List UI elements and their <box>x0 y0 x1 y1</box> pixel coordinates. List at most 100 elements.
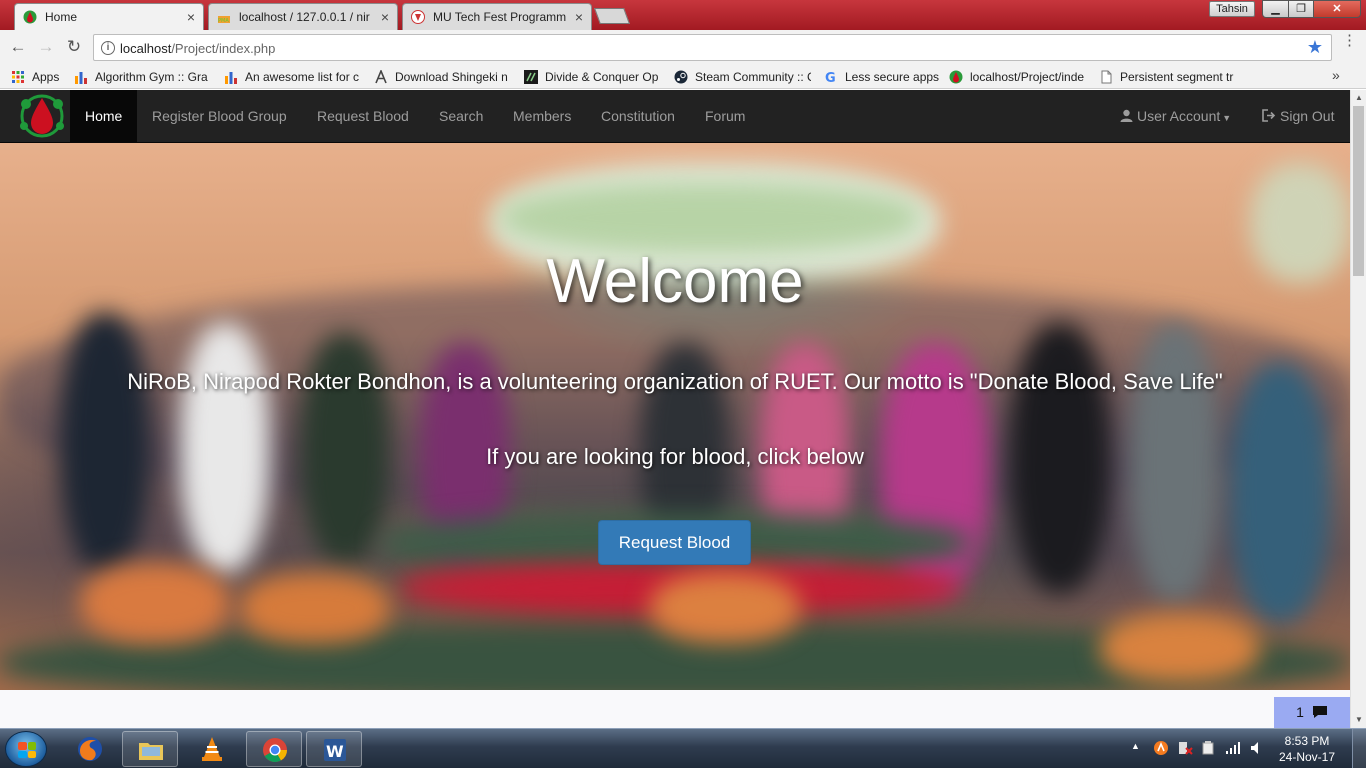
nav-forum[interactable]: Forum <box>690 90 760 142</box>
show-desktop-button[interactable] <box>1352 729 1366 768</box>
sign-out-label: Sign Out <box>1280 108 1335 124</box>
phpmyadmin-icon: PMA <box>218 16 230 24</box>
browser-tab-strip: Home × PMA localhost / 127.0.0.1 / nir ×… <box>0 0 1366 30</box>
site-navbar: Home Register Blood Group Request Blood … <box>0 90 1350 143</box>
bookmark-label: Less secure apps <box>845 69 940 84</box>
browser-tab-phpmyadmin[interactable]: PMA localhost / 127.0.0.1 / nir × <box>208 3 398 30</box>
svg-text:G: G <box>825 71 836 84</box>
system-clock[interactable]: 8:53 PM 24-Nov-17 <box>1270 733 1344 765</box>
back-arrow-icon[interactable]: ← <box>8 37 28 57</box>
show-hidden-icons-arrow-icon[interactable]: ▲ <box>1131 741 1140 751</box>
mu-logo-icon <box>411 10 425 24</box>
hero-tagline: NiRoB, Nirapod Rokter Bondhon, is a volu… <box>127 369 1223 394</box>
bookmark-label: Download Shingeki n <box>395 69 508 84</box>
tab-title: MU Tech Fest Programm <box>433 10 567 24</box>
nav-user-account[interactable]: User Account ▼ <box>1105 90 1246 142</box>
avast-tray-icon[interactable] <box>1153 740 1169 756</box>
word-icon: W <box>324 739 346 761</box>
bookmark-label: An awesome list for c <box>245 69 360 84</box>
request-blood-button[interactable]: Request Blood <box>598 520 751 565</box>
scroll-down-arrow-icon[interactable]: ▼ <box>1351 712 1366 728</box>
bar-chart-icon <box>225 71 237 84</box>
bookmark-label: localhost/Project/inde <box>970 69 1085 84</box>
window-minimize-button[interactable]: ▁ <box>1262 0 1289 18</box>
forward-arrow-icon[interactable]: → <box>36 37 56 57</box>
page-icon <box>1101 70 1112 83</box>
bookmark-apps[interactable]: Apps <box>10 68 59 85</box>
bookmark-label: Divide & Conquer Op <box>545 69 659 84</box>
close-tab-icon[interactable]: × <box>381 9 389 25</box>
nav-register-blood-group[interactable]: Register Blood Group <box>137 90 302 142</box>
volume-speaker-icon[interactable] <box>1249 740 1265 756</box>
google-icon: G <box>825 71 836 84</box>
profile-button[interactable]: Tahsin <box>1209 1 1255 17</box>
windows-logo-icon <box>18 742 36 758</box>
more-bookmarks-button[interactable]: » <box>1332 67 1340 83</box>
browser-tab-home[interactable]: Home × <box>14 3 204 30</box>
nav-members[interactable]: Members <box>498 90 586 142</box>
taskbar-word[interactable]: W <box>306 731 362 767</box>
bookmark-divide-conquer[interactable]: Divide & Conquer Op <box>523 68 661 85</box>
hero-subline: If you are looking for blood, click belo… <box>486 444 864 469</box>
chrome-icon <box>263 738 287 763</box>
web-page: Home Register Blood Group Request Blood … <box>0 90 1350 728</box>
windows-taskbar: W ▲ 8:53 PM 24-Nov-17 <box>0 728 1366 768</box>
apps-grid-icon <box>12 70 24 83</box>
bookmark-localhost-project[interactable]: localhost/Project/inde <box>948 68 1086 85</box>
browser-menu-icon[interactable]: ⋮ <box>1342 33 1357 48</box>
bookmark-label: Steam Community :: C <box>695 69 811 84</box>
clock-time: 8:53 PM <box>1284 734 1330 748</box>
network-signal-icon[interactable] <box>1225 740 1241 756</box>
browser-tab-mu-tech-fest[interactable]: MU Tech Fest Programm × <box>402 3 592 30</box>
bookmarks-bar: Apps Algorithm Gym :: Gra An awesome lis… <box>0 64 1366 89</box>
window-close-button[interactable]: ✕ <box>1313 0 1361 18</box>
chat-count: 1 <box>1296 704 1304 720</box>
bookmark-download-shingeki[interactable]: Download Shingeki n <box>373 68 511 85</box>
action-center-icon[interactable] <box>1177 740 1193 756</box>
nav-sign-out[interactable]: Sign Out <box>1247 90 1349 142</box>
taskbar-chrome[interactable] <box>246 731 302 767</box>
window-maximize-button[interactable]: ❐ <box>1288 0 1314 18</box>
chat-bubble-icon <box>1308 704 1328 720</box>
taskbar-vlc[interactable] <box>184 731 240 767</box>
scroll-thumb[interactable] <box>1353 106 1364 276</box>
chat-widget[interactable]: 1 <box>1274 697 1350 728</box>
address-bar[interactable]: i localhost/Project/index.php ★ <box>93 34 1332 61</box>
tab-title: localhost / 127.0.0.1 / nir <box>239 10 370 24</box>
taskbar-file-explorer[interactable] <box>122 731 178 767</box>
blurred-group-photo <box>0 143 1350 690</box>
scroll-up-arrow-icon[interactable]: ▲ <box>1351 90 1366 106</box>
vlc-cone-icon <box>202 737 222 761</box>
url-text[interactable]: localhost/Project/index.php <box>120 41 275 56</box>
bookmark-label: Persistent segment tr <box>1120 69 1234 84</box>
bookmark-persistent-segment-tree[interactable]: Persistent segment tr <box>1098 68 1234 85</box>
clock-date: 24-Nov-17 <box>1278 750 1336 764</box>
start-button[interactable] <box>5 731 47 767</box>
battery-plug-icon[interactable] <box>1200 740 1216 756</box>
taskbar-firefox[interactable] <box>62 731 118 767</box>
caret-down-icon: ▼ <box>1222 113 1232 123</box>
nav-request-blood[interactable]: Request Blood <box>302 90 424 142</box>
page-scrollbar[interactable]: ▲ ▼ <box>1350 90 1366 728</box>
tab-title: Home <box>45 10 78 24</box>
bookmark-algorithm-gym[interactable]: Algorithm Gym :: Gra <box>73 68 209 85</box>
bookmark-steam-community[interactable]: Steam Community :: C <box>673 68 811 85</box>
bookmark-less-secure-apps[interactable]: G Less secure apps <box>823 68 941 85</box>
nav-home[interactable]: Home <box>70 90 138 142</box>
bar-chart-icon <box>75 71 87 84</box>
url-host: localhost <box>120 41 172 56</box>
bookmark-star-icon[interactable]: ★ <box>1307 37 1323 58</box>
bookmark-awesome-list[interactable]: An awesome list for c <box>223 68 361 85</box>
user-account-label: User Account <box>1137 108 1221 124</box>
close-tab-icon[interactable]: × <box>187 9 195 25</box>
browser-toolbar: ← → ↻ i localhost/Project/index.php ★ ⋮ <box>0 30 1366 64</box>
user-icon <box>1120 90 1133 142</box>
nirob-logo[interactable] <box>14 92 70 140</box>
nav-constitution[interactable]: Constitution <box>586 90 690 142</box>
close-tab-icon[interactable]: × <box>575 9 583 25</box>
info-icon[interactable]: i <box>101 41 115 55</box>
sign-out-icon <box>1262 90 1276 142</box>
nav-search[interactable]: Search <box>424 90 498 142</box>
reload-icon[interactable]: ↻ <box>64 37 84 57</box>
new-tab-button[interactable] <box>594 8 630 24</box>
